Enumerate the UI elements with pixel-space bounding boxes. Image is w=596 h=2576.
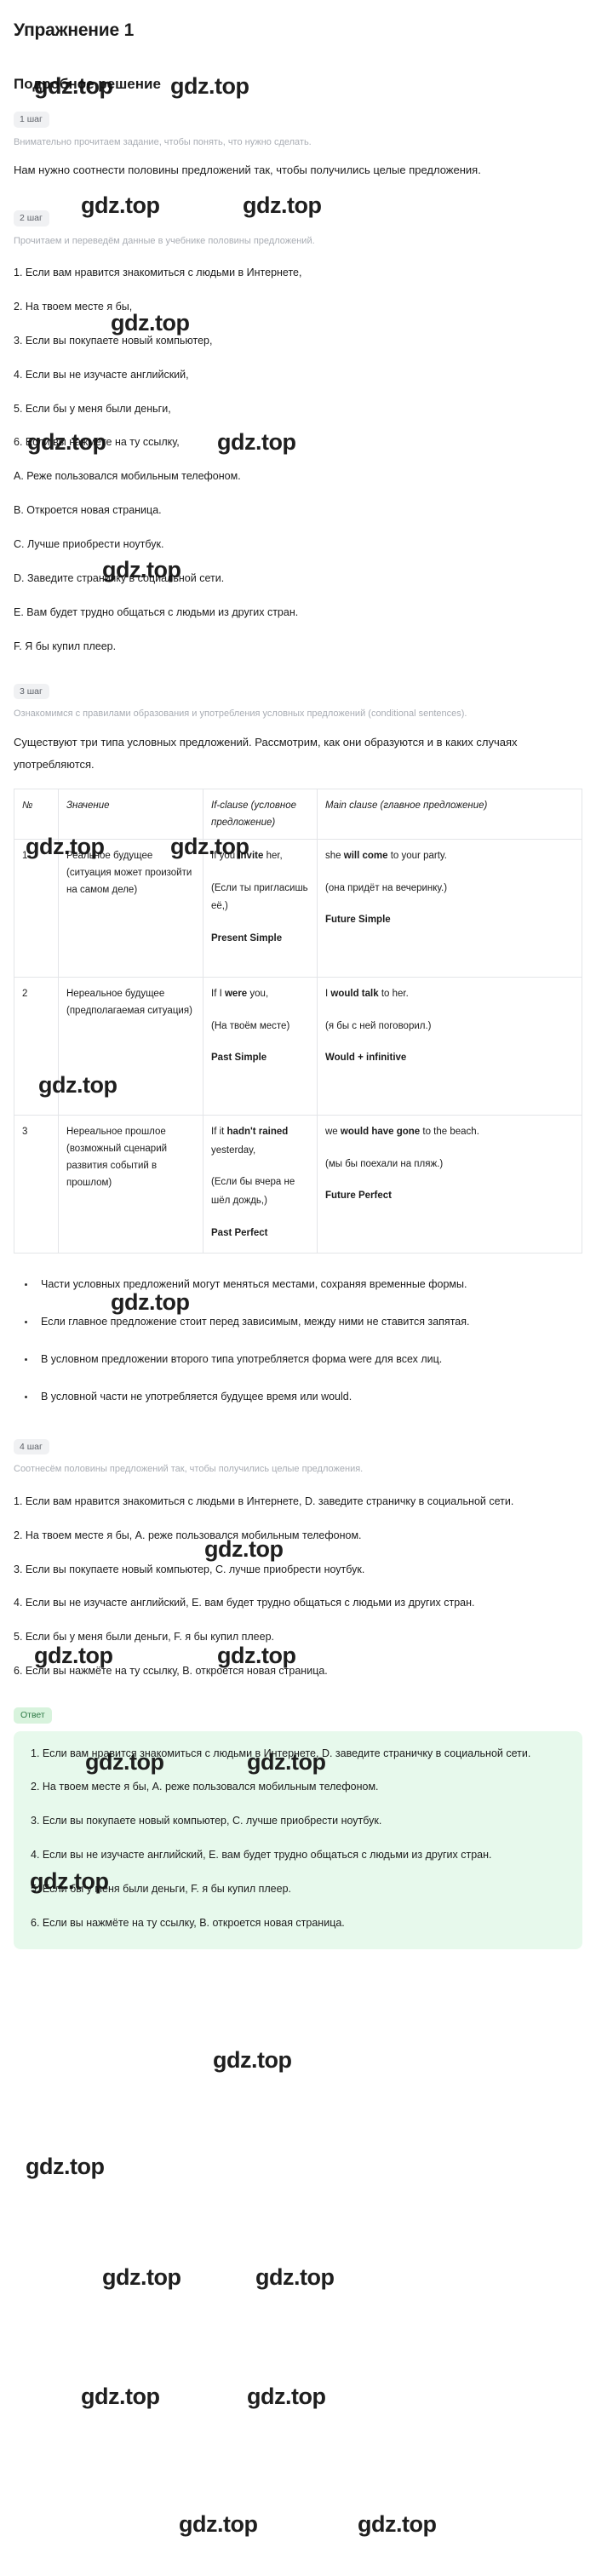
list-item: 3. Если вы покупаете новый компьютер, С.… bbox=[31, 1815, 382, 1827]
step-4-note: Соотнесём половины предложений так, чтоб… bbox=[14, 1464, 364, 1475]
if-clause-tense: Past Perfect bbox=[211, 1228, 268, 1239]
main-clause-en: we would have gone to the beach. bbox=[325, 1126, 479, 1137]
step-3-chip: 3 шаг bbox=[14, 683, 49, 699]
list-item: 5. Если бы у меня были деньги, F. я бы к… bbox=[14, 1631, 274, 1644]
step-1-paragraph: Нам нужно соотнести половины предложений… bbox=[14, 164, 481, 176]
cell-main-clause: we would have gone to the beach. (мы бы … bbox=[317, 1114, 582, 1254]
cell-main-clause: I would talk to her. (я бы с ней поговор… bbox=[317, 976, 582, 1116]
watermark: gdz.top bbox=[81, 2384, 160, 2409]
column-header-main-clause: Main clause (главное предложение) bbox=[317, 788, 582, 840]
main-clause-tense: Future Simple bbox=[325, 915, 391, 926]
step-4-section: 4 шаг Соотнесём половины предложений так… bbox=[14, 1438, 582, 1678]
step-3-note: Ознакомимся с правилами образования и уп… bbox=[14, 709, 467, 719]
main-clause-en: I would talk to her. bbox=[325, 988, 409, 999]
cell-main-clause: she will come to your party. (она придёт… bbox=[317, 838, 582, 978]
column-header-num: № bbox=[14, 788, 59, 840]
watermark: gdz.top bbox=[102, 2264, 181, 2290]
cell-num: 1 bbox=[14, 838, 59, 978]
watermark: gdz.top bbox=[213, 2047, 292, 2073]
cell-num: 2 bbox=[14, 976, 59, 1116]
list-item: D. Заведите страничку в социальной сети. bbox=[14, 571, 225, 584]
table-header-row: № Значение If-clause (условное предложен… bbox=[14, 788, 582, 840]
column-header-if-clause: If-clause (условное предложение) bbox=[203, 788, 318, 840]
if-clause-tense: Present Simple bbox=[211, 933, 283, 944]
list-item: 4. Если вы не изучасте английский, Е. ва… bbox=[31, 1849, 492, 1862]
step-3-section: 3 шаг Ознакомимся с правилами образовани… bbox=[14, 683, 582, 1408]
column-header-meaning: Значение bbox=[58, 788, 203, 840]
list-item: 6. Если вы нажмёте на ту ссылку, В. откр… bbox=[14, 1665, 328, 1678]
list-item: 3. Если вы покупаете новый компьютер, bbox=[14, 334, 213, 347]
solution-heading: Подробное решение bbox=[14, 76, 161, 92]
if-clause-tense: Past Simple bbox=[211, 1053, 267, 1064]
list-item: 4. Если вы не изучасте английский, Е. ва… bbox=[14, 1597, 475, 1609]
watermark: gdz.top bbox=[247, 2384, 326, 2409]
cell-meaning: Нереальное будущее (предполагаемая ситуа… bbox=[58, 976, 203, 1116]
main-clause-ru: (она придёт на вечеринку.) bbox=[325, 882, 448, 893]
step-1-chip: 1 шаг bbox=[14, 112, 49, 128]
list-item: 1. Если вам нравится знакомиться с людьм… bbox=[14, 267, 302, 278]
step-1-note: Внимательно прочитаем задание, чтобы пон… bbox=[14, 136, 312, 147]
main-clause-ru: (я бы с ней поговорил.) bbox=[325, 1020, 432, 1031]
if-clause-ru: (Если ты пригласишь её,) bbox=[211, 882, 308, 912]
cell-num: 3 bbox=[14, 1114, 59, 1254]
conditionals-table: № Значение If-clause (условное предложен… bbox=[14, 788, 582, 1254]
main-clause-en: she will come to your party. bbox=[325, 850, 447, 861]
step-1-section: 1 шаг Внимательно прочитаем задание, что… bbox=[14, 111, 582, 181]
step-4-list: 1. Если вам нравится знакомиться с людьм… bbox=[14, 1495, 582, 1678]
list-item: В условной части не употребляется будуще… bbox=[36, 1386, 582, 1408]
list-item: 5. Если бы у меня были деньги, F. я бы к… bbox=[31, 1883, 291, 1895]
step-3-paragraph: Существуют три типа условных предложений… bbox=[14, 735, 518, 771]
list-item: 1. Если вам нравится знакомиться с людьм… bbox=[31, 1747, 531, 1759]
list-item: B. Откроется новая страница. bbox=[14, 504, 162, 517]
list-item: 1. Если вам нравится знакомиться с людьм… bbox=[14, 1495, 514, 1507]
grammar-notes-list: Части условных предложений могут менятьс… bbox=[14, 1274, 582, 1408]
list-item: 2. На твоем месте я бы, А. реже пользова… bbox=[31, 1781, 379, 1793]
list-item: 2. На твоем месте я бы, bbox=[14, 300, 133, 313]
page-title: Упражнение 1 bbox=[14, 20, 135, 40]
watermark: gdz.top bbox=[179, 2511, 258, 2537]
answer-chip: Ответ bbox=[14, 1707, 52, 1724]
table-row: 3 Нереальное прошлое (возможный сценарий… bbox=[14, 1114, 582, 1254]
main-clause-tense: Would + infinitive bbox=[325, 1053, 407, 1064]
list-item: В условном предложении второго типа упот… bbox=[36, 1349, 582, 1370]
cell-meaning: Реальное будущее (ситуация может произой… bbox=[58, 838, 203, 978]
main-clause-ru: (мы бы поехали на пляж.) bbox=[325, 1158, 444, 1169]
step-2-section: 2 шаг Прочитаем и переведём данные в уче… bbox=[14, 209, 582, 654]
cell-if-clause: If you invite her, (Если ты пригласишь е… bbox=[203, 838, 318, 978]
solution-page: Упражнение 1 Подробное решение 1 шаг Вни… bbox=[0, 20, 596, 2537]
if-clause-ru: (Если бы вчера не шёл дождь,) bbox=[211, 1177, 295, 1207]
watermark: gdz.top bbox=[26, 2154, 105, 2179]
answer-box: 1. Если вам нравится знакомиться с людьм… bbox=[14, 1730, 582, 1949]
answer-section: Ответ 1. Если вам нравится знакомиться с… bbox=[14, 1678, 582, 1949]
if-clause-en: If you invite her, bbox=[211, 850, 283, 861]
watermark: gdz.top bbox=[255, 2264, 335, 2290]
list-item: 4. Если вы не изучасте английский, bbox=[14, 368, 189, 381]
table-row: 1 Реальное будущее (ситуация может произ… bbox=[14, 838, 582, 978]
list-item: F. Я бы купил плеер. bbox=[14, 640, 117, 652]
watermark: gdz.top bbox=[358, 2511, 437, 2537]
list-item: A. Реже пользовался мобильным телефоном. bbox=[14, 470, 241, 483]
cell-if-clause: If it hadn't rained yesterday, (Если бы … bbox=[203, 1114, 318, 1254]
main-clause-tense: Future Perfect bbox=[325, 1190, 392, 1202]
list-item: E. Вам будет трудно общаться с людьми из… bbox=[14, 605, 299, 618]
list-item: C. Лучше приобрести ноутбук. bbox=[14, 538, 164, 550]
step-2-chip: 2 шаг bbox=[14, 210, 49, 227]
list-item: Части условных предложений могут менятьс… bbox=[36, 1274, 582, 1295]
table-row: 2 Нереальное будущее (предполагаемая сит… bbox=[14, 976, 582, 1116]
if-clause-ru: (На твоём месте) bbox=[211, 1020, 290, 1031]
list-item: Если главное предложение стоит перед зав… bbox=[36, 1311, 582, 1333]
if-clause-en: If I were you, bbox=[211, 988, 269, 999]
if-clause-en: If it hadn't rained yesterday, bbox=[211, 1126, 289, 1156]
step-4-chip: 4 шаг bbox=[14, 1438, 49, 1455]
list-item: 2. На твоем месте я бы, А. реже пользова… bbox=[14, 1529, 362, 1541]
list-item: 3. Если вы покупаете новый компьютер, С.… bbox=[14, 1563, 365, 1575]
list-item: 5. Если бы у меня были деньги, bbox=[14, 402, 171, 415]
step-2-note: Прочитаем и переведём данные в учебнике … bbox=[14, 235, 315, 246]
step-2-list: 1. Если вам нравится знакомиться с людьм… bbox=[14, 266, 582, 654]
cell-meaning: Нереальное прошлое (возможный сценарий р… bbox=[58, 1114, 203, 1254]
list-item: 6. Если вы нажмёте на ту ссылку, В. откр… bbox=[31, 1916, 345, 1929]
list-item: 6. Если вы нажмёте на ту ссылку, bbox=[14, 436, 180, 449]
cell-if-clause: If I were you, (На твоём месте) Past Sim… bbox=[203, 976, 318, 1116]
